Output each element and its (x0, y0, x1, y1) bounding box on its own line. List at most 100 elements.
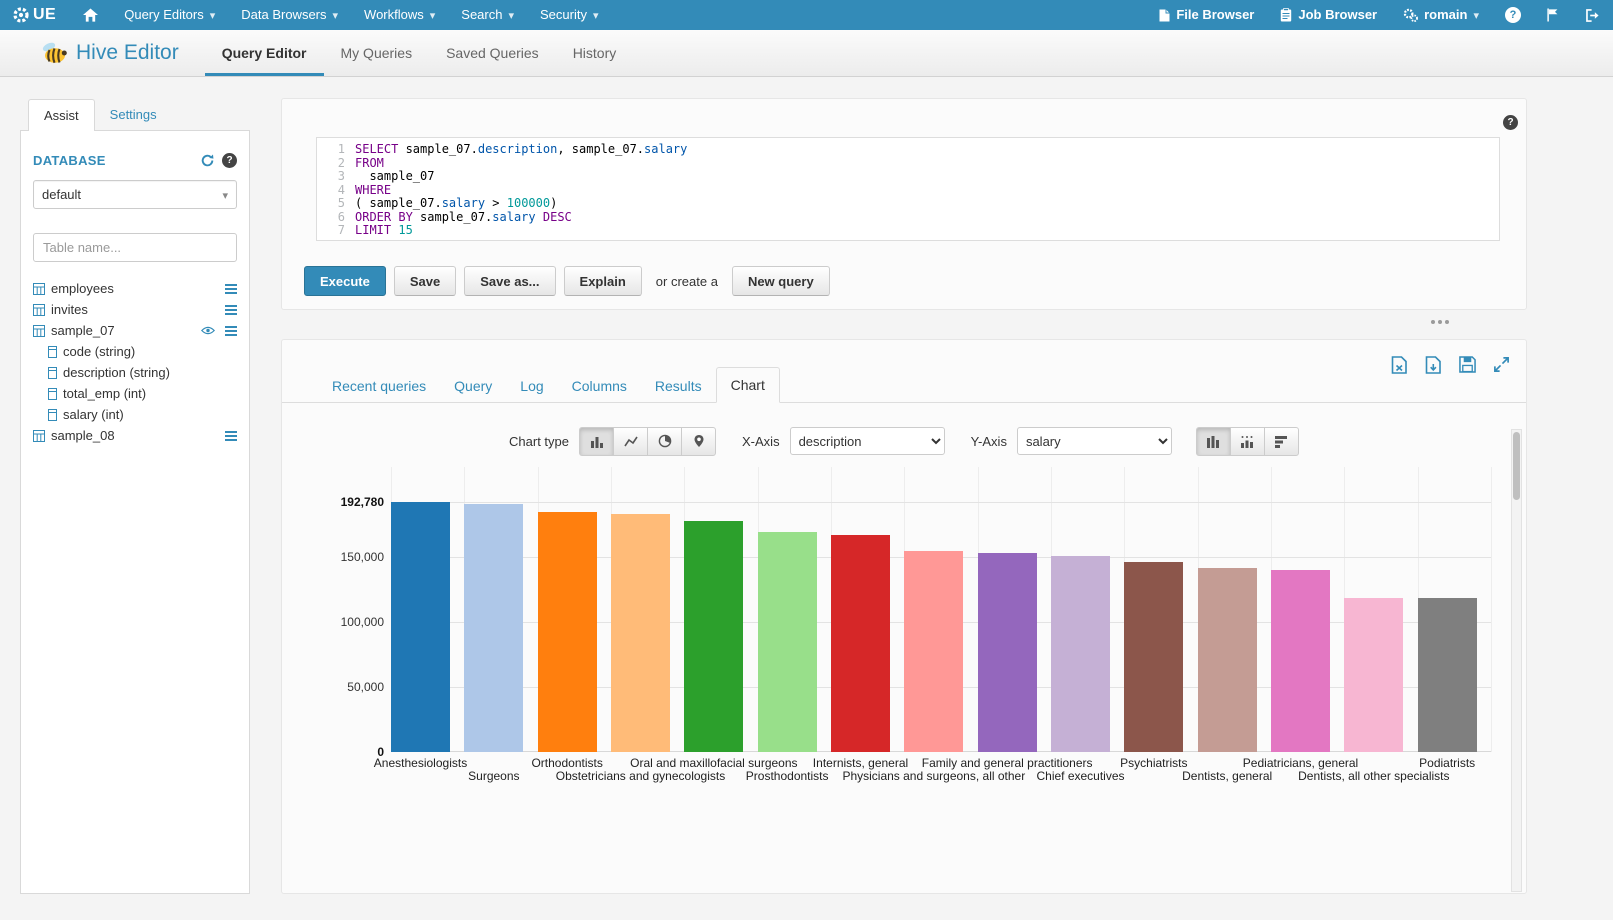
sql-editor[interactable]: 1234567 SELECT sample_07.description, sa… (316, 137, 1500, 241)
menu-label: Security (540, 0, 587, 30)
user-menu[interactable]: romain (1390, 0, 1492, 30)
bar-chart-button[interactable] (579, 427, 614, 456)
hue-logo[interactable]: UE (0, 0, 70, 30)
table-menu-icon[interactable] (225, 284, 237, 294)
chart-bar[interactable] (684, 521, 743, 752)
chart-bar[interactable] (1344, 598, 1403, 752)
chart-bar[interactable] (758, 532, 817, 752)
navbar-right: File Browser Job Browser romain (1146, 0, 1613, 30)
menu-query-editors[interactable]: Query Editors (111, 0, 228, 30)
table-name[interactable]: employees (51, 281, 114, 296)
table-list: employees invites sample_07code (string) de… (33, 278, 237, 446)
chart-bar[interactable] (1124, 562, 1183, 752)
chart-bar[interactable] (611, 514, 670, 752)
menu-security[interactable]: Security (527, 0, 612, 30)
app-title-text: Hive Editor (76, 41, 179, 65)
chart-bar[interactable] (978, 553, 1037, 752)
tab-results[interactable]: Results (641, 369, 716, 403)
main-content: 1234567 SELECT sample_07.description, sa… (281, 98, 1527, 310)
flag-icon (1547, 8, 1560, 22)
chart-bar[interactable] (1271, 570, 1330, 752)
tab-query-editor[interactable]: Query Editor (205, 30, 324, 76)
stacked-bars-button[interactable] (1230, 427, 1265, 456)
tab-my-queries[interactable]: My Queries (324, 30, 430, 76)
chart-bar[interactable] (464, 504, 523, 752)
y-axis-select[interactable]: salary (1017, 427, 1172, 455)
tab-recent-queries[interactable]: Recent queries (318, 369, 440, 403)
tab-columns[interactable]: Columns (558, 369, 641, 403)
chart-bar[interactable] (1198, 568, 1257, 752)
results-panel: Recent queries Query Log Columns Results… (281, 339, 1527, 894)
line-number: 6 (317, 211, 345, 225)
menu-workflows[interactable]: Workflows (351, 0, 448, 30)
y-axis-tick-label: 50,000 (282, 680, 384, 694)
table-name[interactable]: sample_08 (51, 428, 115, 443)
preview-eye-icon[interactable] (201, 326, 215, 335)
tab-log[interactable]: Log (506, 369, 557, 403)
editor-code[interactable]: SELECT sample_07.description, sample_07.… (352, 143, 1499, 240)
column-name: description (string) (63, 365, 170, 380)
tab-assist[interactable]: Assist (28, 99, 95, 131)
table-menu-icon[interactable] (225, 305, 237, 315)
code-line: SELECT sample_07.description, sample_07.… (355, 143, 1499, 157)
editor-help-icon[interactable] (1503, 115, 1518, 130)
tab-settings[interactable]: Settings (95, 99, 172, 130)
table-menu-icon[interactable] (225, 326, 237, 336)
table-name[interactable]: invites (51, 302, 88, 317)
save-results-icon[interactable] (1459, 356, 1476, 374)
table-name[interactable]: sample_07 (51, 323, 115, 338)
database-help-icon[interactable] (222, 153, 237, 168)
scrollbar-thumb[interactable] (1513, 432, 1520, 500)
chart-bar[interactable] (831, 535, 890, 752)
job-browser-link[interactable]: Job Browser (1267, 0, 1390, 30)
column-row[interactable]: code (string) (33, 341, 237, 362)
table-row[interactable]: sample_08 (33, 425, 237, 446)
database-select[interactable]: default (33, 180, 237, 209)
save-button[interactable]: Save (394, 266, 456, 296)
download-csv-icon[interactable] (1425, 356, 1442, 374)
table-row[interactable]: invites (33, 299, 237, 320)
chart-bar[interactable] (1051, 556, 1110, 752)
feedback-flag-button[interactable] (1534, 0, 1573, 30)
chart-bar[interactable] (1418, 598, 1477, 752)
tab-query[interactable]: Query (440, 369, 506, 403)
table-row[interactable]: sample_07 (33, 320, 237, 341)
logout-button[interactable] (1573, 0, 1613, 30)
new-query-button[interactable]: New query (732, 266, 830, 296)
line-number: 2 (317, 157, 345, 171)
chart-bar[interactable] (391, 502, 450, 752)
line-number: 3 (317, 170, 345, 184)
execute-button[interactable]: Execute (304, 266, 386, 296)
x-axis-select[interactable]: description (790, 427, 945, 455)
save-as-button[interactable]: Save as... (464, 266, 555, 296)
download-xls-icon[interactable] (1391, 356, 1408, 374)
table-menu-icon[interactable] (225, 431, 237, 441)
tab-history[interactable]: History (556, 30, 634, 76)
panel-resize-handle[interactable] (1431, 320, 1435, 328)
home-icon (83, 8, 98, 22)
table-filter-input[interactable] (33, 233, 237, 262)
map-chart-button[interactable] (681, 427, 716, 456)
fullscreen-icon[interactable] (1493, 356, 1510, 374)
line-chart-button[interactable] (613, 427, 648, 456)
tab-chart[interactable]: Chart (716, 367, 780, 403)
vertical-scrollbar[interactable] (1511, 429, 1522, 892)
home-button[interactable] (70, 0, 111, 30)
column-row[interactable]: description (string) (33, 362, 237, 383)
horizontal-bars-button[interactable] (1264, 427, 1299, 456)
file-browser-link[interactable]: File Browser (1146, 0, 1267, 30)
column-row[interactable]: salary (int) (33, 404, 237, 425)
grouped-bars-button[interactable] (1196, 427, 1231, 456)
column-row[interactable]: total_emp (int) (33, 383, 237, 404)
table-row[interactable]: employees (33, 278, 237, 299)
help-button[interactable] (1492, 0, 1534, 30)
chart-bar[interactable] (904, 551, 963, 752)
refresh-icon[interactable] (201, 154, 214, 167)
chart-bar[interactable] (538, 512, 597, 752)
menu-search[interactable]: Search (448, 0, 527, 30)
explain-button[interactable]: Explain (564, 266, 642, 296)
pie-chart-button[interactable] (647, 427, 682, 456)
menu-label: Search (461, 0, 502, 30)
menu-data-browsers[interactable]: Data Browsers (228, 0, 351, 30)
tab-saved-queries[interactable]: Saved Queries (429, 30, 556, 76)
